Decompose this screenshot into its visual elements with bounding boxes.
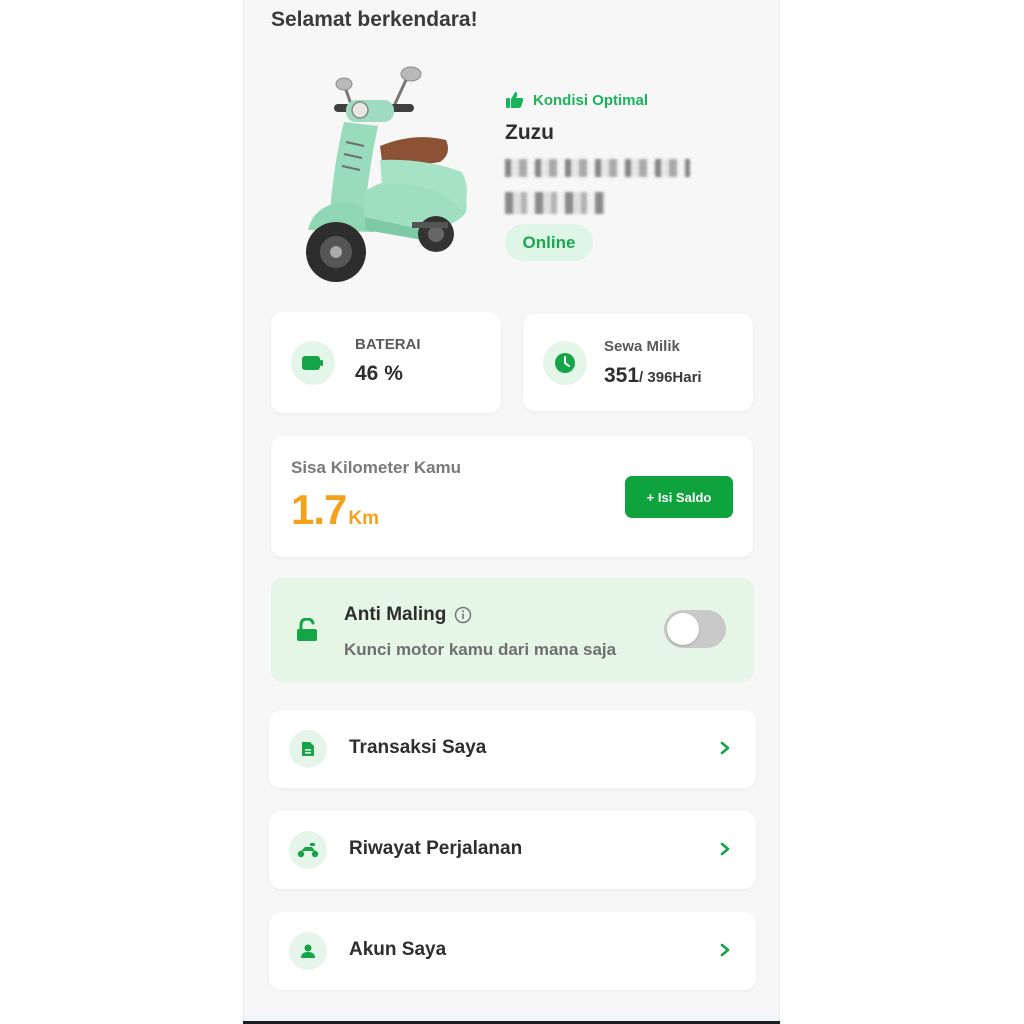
thumbs-up-icon <box>506 92 524 108</box>
menu-label-transaksi: Transaksi Saya <box>349 737 487 758</box>
document-icon <box>289 730 327 768</box>
km-unit: Km <box>348 508 380 529</box>
anti-theft-subtitle: Kunci motor kamu dari mana saja <box>344 640 617 659</box>
greeting-text: Selamat berkendara! <box>271 8 478 31</box>
rent-current: 351 <box>604 364 640 387</box>
anti-theft-title-row: Anti Maling <box>344 604 472 626</box>
scooter-icon <box>289 831 327 869</box>
condition-badge: Kondisi Optimal <box>505 91 648 109</box>
km-value: 1.7 Km <box>291 486 379 534</box>
rent-total: / 396Hari <box>639 369 702 386</box>
scooter-image <box>306 66 467 282</box>
condition-label: Kondisi Optimal <box>533 91 649 109</box>
km-number: 1.7 <box>291 486 347 533</box>
anti-theft-toggle[interactable] <box>664 610 726 648</box>
rent-value: 351/ 396Hari <box>604 364 702 388</box>
menu-label-riwayat: Riwayat Perjalanan <box>349 838 523 859</box>
rent-card: Sewa Milik 351/ 396Hari <box>523 314 753 411</box>
anti-theft-card: Anti Maling Kunci motor kamu dari mana s… <box>271 578 754 682</box>
km-card: Sisa Kilometer Kamu 1.7 Km + Isi Saldo <box>271 436 753 557</box>
online-status-badge: Online <box>505 224 593 261</box>
chevron-right-icon <box>713 736 737 760</box>
menu-item-transaksi[interactable]: Transaksi Saya <box>269 710 756 788</box>
battery-icon <box>291 341 335 385</box>
toggle-knob <box>667 613 699 645</box>
menu-item-riwayat[interactable]: Riwayat Perjalanan <box>269 811 756 889</box>
anti-theft-title: Anti Maling <box>344 604 447 625</box>
battery-label: BATERAI <box>355 336 421 353</box>
menu-item-akun[interactable]: Akun Saya <box>269 912 756 990</box>
clock-icon <box>543 341 587 385</box>
battery-card: BATERAI 46 % <box>271 312 501 413</box>
battery-value: 46 % <box>355 362 403 385</box>
redacted-vehicle-id <box>505 159 690 177</box>
rent-label: Sewa Milik <box>604 338 680 355</box>
chevron-right-icon <box>713 837 737 861</box>
redacted-plate-number <box>505 192 605 214</box>
topup-button[interactable]: + Isi Saldo <box>625 476 733 518</box>
chevron-right-icon <box>713 938 737 962</box>
menu-label-akun: Akun Saya <box>349 939 447 960</box>
info-icon[interactable] <box>454 606 472 624</box>
app-screen: Selamat berkendara! Kondisi Optimal Zuzu… <box>243 0 780 1024</box>
unlock-icon <box>297 618 317 641</box>
vehicle-name: Zuzu <box>505 121 554 144</box>
km-label: Sisa Kilometer Kamu <box>291 458 462 477</box>
user-icon <box>289 932 327 970</box>
